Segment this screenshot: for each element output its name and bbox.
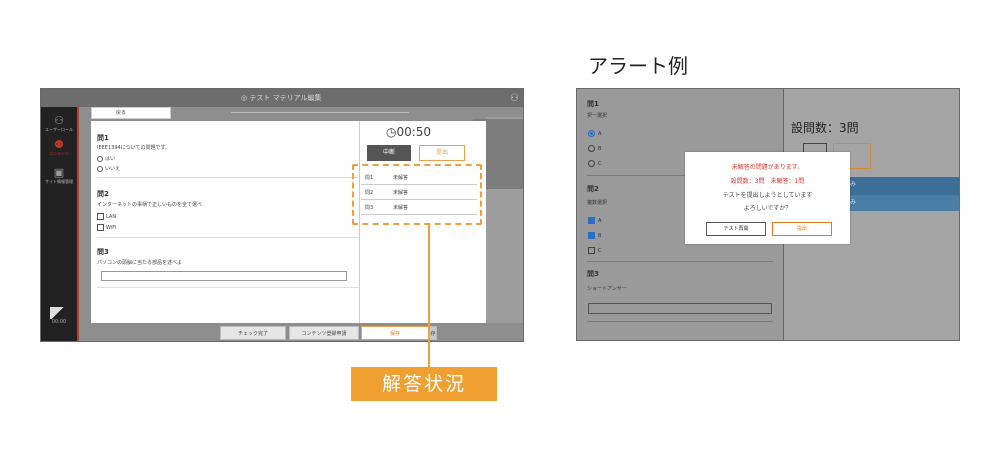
submit-button[interactable]: 提出 (419, 145, 465, 161)
short-answer-input[interactable] (101, 271, 347, 281)
question-count: 設問数：3問 (791, 121, 859, 135)
radio-option[interactable]: C (588, 160, 602, 167)
radio-icon[interactable] (97, 165, 103, 172)
question-title: 問2 (97, 190, 109, 198)
radio-icon[interactable] (588, 145, 595, 152)
sidebar: ⚇ ユーザーロール ⚉ コンテンツ ▣ サイト情報管理 00:00 (41, 107, 79, 341)
answer-status-highlight (352, 164, 482, 225)
app-title-bar: ◎ テスト マテリアル編集 ⚇ (41, 89, 523, 108)
divider (587, 261, 773, 262)
sidebar-item-user-role[interactable]: ⚇ ユーザーロール (41, 114, 77, 133)
divider (97, 237, 359, 238)
question-title: 問1 (97, 134, 109, 142)
divider (97, 287, 359, 288)
question-title: 問2 (587, 185, 599, 193)
checkbox-option[interactable]: LAN (97, 213, 116, 220)
callout-line (428, 225, 430, 368)
checkbox-option[interactable]: A (588, 217, 601, 224)
content-request-button[interactable]: コンテンツ登録申請 (289, 326, 359, 340)
question-title: 問3 (587, 270, 599, 278)
radio-option[interactable]: A (588, 130, 601, 137)
alert-confirm-text: よろしいですか？ (743, 205, 792, 212)
checkbox-checked-icon[interactable] (588, 232, 595, 239)
save-button-secondary[interactable]: 存 (429, 326, 437, 340)
radio-option[interactable]: B (588, 145, 601, 152)
header-field (231, 107, 409, 113)
check-done-button[interactable]: チェック完了 (220, 326, 286, 340)
logo-icon (50, 307, 66, 319)
save-button[interactable]: 保存 (361, 326, 429, 340)
user-icon[interactable]: ⚇ (510, 90, 519, 108)
radio-icon[interactable] (97, 155, 103, 162)
timer: ◷00:50 (386, 125, 432, 139)
app-logo-icon: ◎ (241, 94, 248, 102)
bottom-toolbar: チェック完了 コンテンツ登録申請 保存 存 (79, 323, 523, 341)
resume-test-button[interactable]: テスト再開 (706, 222, 766, 236)
checkbox-icon[interactable] (97, 213, 104, 220)
alert-count-text: 設問数：3問 未解答：1問 (730, 178, 805, 185)
question-type: 複数選択 (587, 200, 608, 206)
radio-icon[interactable] (588, 160, 595, 167)
sidebar-item-site-info[interactable]: ▣ サイト情報管理 (41, 166, 77, 185)
checkbox-icon[interactable] (97, 224, 104, 231)
sidebar-item-content[interactable]: ⚉ コンテンツ (41, 138, 77, 157)
checkbox-icon[interactable] (588, 247, 595, 254)
clock-icon: ◷ (386, 125, 397, 139)
alert-submit-button[interactable]: 提出 (772, 222, 832, 236)
users-icon: ⚇ (54, 114, 64, 127)
checkbox-option[interactable]: C (588, 247, 602, 254)
callout-label: 解答状況 (351, 367, 497, 401)
radio-option[interactable]: いいえ (97, 165, 120, 172)
back-button[interactable]: 戻る (91, 107, 171, 119)
question-title: 問1 (587, 100, 599, 108)
question-type: 択一選択 (587, 113, 608, 119)
divider (97, 177, 359, 178)
question-title: 問3 (97, 248, 109, 256)
question-text: IEEE1394についての問題です。 (97, 145, 171, 151)
alert-message: テストを提出しようとしています (722, 192, 813, 199)
divider (587, 321, 773, 322)
question-type: ショートアンサー (587, 286, 627, 292)
checkbox-option[interactable]: WiFi (97, 224, 116, 231)
app-title: テスト マテリアル編集 (249, 94, 322, 102)
checkbox-checked-icon[interactable] (588, 217, 595, 224)
short-answer-input[interactable] (588, 303, 772, 314)
alert-warning-text: 未解答の問題があります。 (731, 164, 804, 171)
site-icon: ▣ (53, 166, 65, 179)
question-text: インターネットの事柄で正しいものを全て選べ (97, 202, 203, 208)
sidebar-clock: 00:00 (51, 319, 67, 325)
content-icon: ⚉ (54, 138, 64, 151)
section-heading: アラート例 (588, 54, 688, 78)
radio-selected-icon[interactable] (588, 130, 595, 137)
question-text: パソコンの頭脳に当たる部品を述べよ (97, 260, 183, 266)
checkbox-option[interactable]: B (588, 232, 601, 239)
pause-button[interactable]: 中断 (367, 145, 411, 161)
radio-option[interactable]: はい (97, 155, 115, 162)
